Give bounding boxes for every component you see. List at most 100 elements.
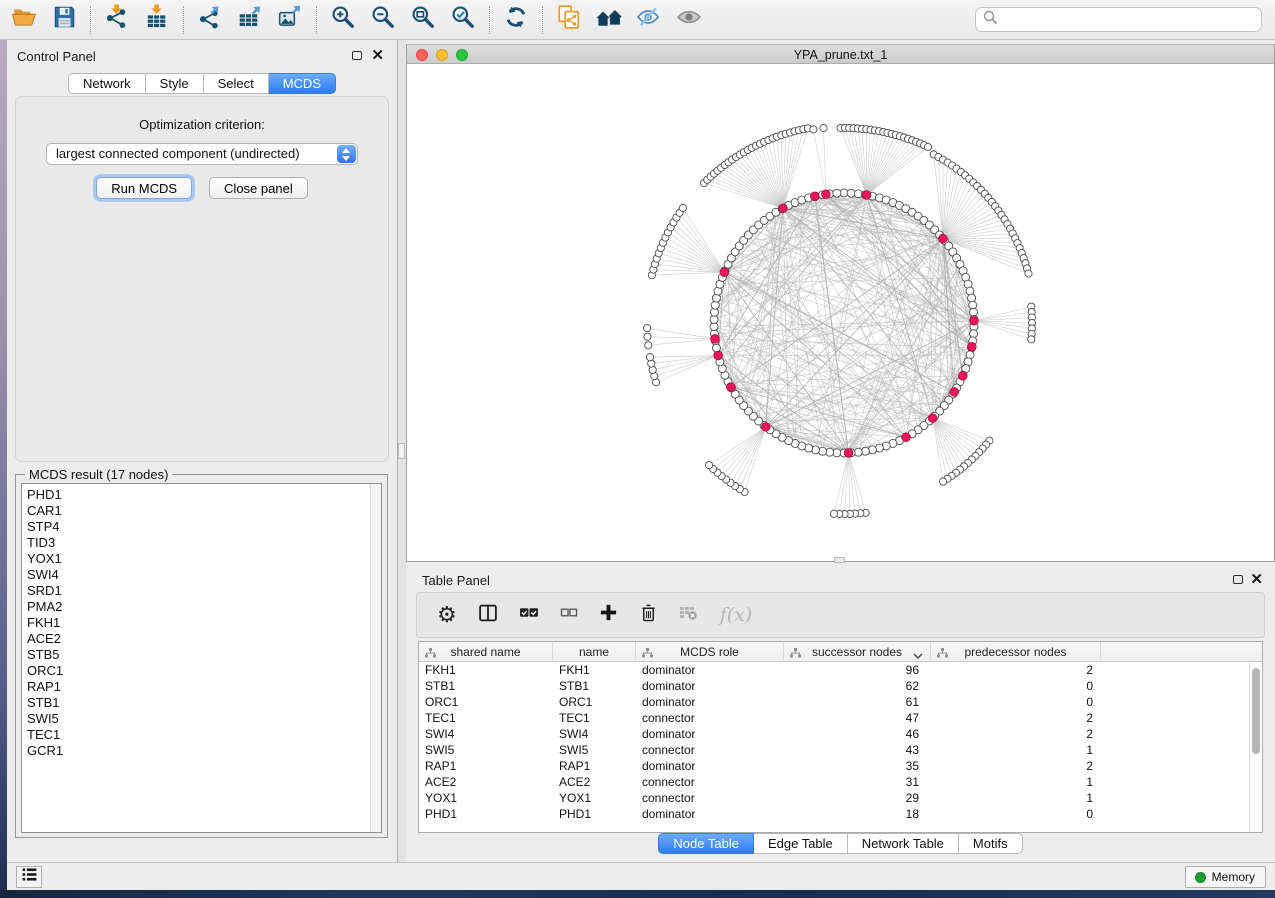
show-all-button[interactable]: [669, 4, 709, 36]
table-cell[interactable]: ORC1: [553, 694, 636, 710]
mcds-result-item[interactable]: RAP1: [27, 679, 367, 695]
search-input[interactable]: [1002, 9, 1255, 30]
table-cell[interactable]: 2: [931, 710, 1101, 726]
export-network-button[interactable]: [190, 4, 230, 36]
table-cell[interactable]: connector: [636, 742, 784, 758]
mcds-result-item[interactable]: STB1: [27, 695, 367, 711]
table-cell[interactable]: STB1: [553, 678, 636, 694]
table-row[interactable]: YOX1YOX1connector291: [419, 790, 1262, 806]
table-cell[interactable]: RAP1: [419, 758, 553, 774]
tab-motifs[interactable]: Motifs: [959, 833, 1023, 854]
tab-select[interactable]: Select: [204, 73, 269, 94]
float-panel-icon[interactable]: [1233, 575, 1243, 584]
table-cell[interactable]: RAP1: [553, 758, 636, 774]
table-cell[interactable]: PHD1: [553, 806, 636, 822]
table-scrollbar[interactable]: [1249, 662, 1262, 832]
table-cell[interactable]: connector: [636, 710, 784, 726]
mcds-result-item[interactable]: ORC1: [27, 663, 367, 679]
search-field[interactable]: [975, 7, 1262, 32]
table-cell[interactable]: 43: [784, 742, 931, 758]
network-canvas[interactable]: [407, 64, 1274, 560]
duplicate-network-button[interactable]: [549, 4, 589, 36]
table-cell[interactable]: 61: [784, 694, 931, 710]
delete-columns-button[interactable]: [639, 602, 658, 628]
save-session-button[interactable]: [44, 4, 84, 36]
table-cell[interactable]: SWI5: [553, 742, 636, 758]
close-panel-icon[interactable]: ✕: [371, 51, 384, 61]
mcds-result-item[interactable]: GCR1: [27, 743, 367, 759]
table-options-button[interactable]: ⚙: [437, 604, 457, 626]
table-cell[interactable]: dominator: [636, 806, 784, 822]
table-cell[interactable]: ORC1: [419, 694, 553, 710]
table-cell[interactable]: 0: [931, 694, 1101, 710]
horizontal-splitter[interactable]: [406, 562, 1275, 567]
splitter-grip[interactable]: [834, 557, 845, 563]
run-mcds-button[interactable]: Run MCDS: [96, 177, 192, 199]
table-row[interactable]: SWI5SWI5connector431: [419, 742, 1262, 758]
table-cell[interactable]: connector: [636, 774, 784, 790]
mcds-result-item[interactable]: SWI4: [27, 567, 367, 583]
table-cell[interactable]: SWI5: [419, 742, 553, 758]
table-cell[interactable]: 62: [784, 678, 931, 694]
fit-content-button[interactable]: [403, 4, 443, 36]
close-panel-icon[interactable]: ✕: [1250, 575, 1263, 585]
column-header-successor-nodes[interactable]: successor nodes: [784, 642, 931, 661]
mcds-result-item[interactable]: CAR1: [27, 503, 367, 519]
refresh-layout-button[interactable]: [496, 4, 536, 36]
mcds-result-item[interactable]: SRD1: [27, 583, 367, 599]
import-table-button[interactable]: [137, 4, 177, 36]
first-neighbors-button[interactable]: [589, 4, 629, 36]
table-cell[interactable]: TEC1: [419, 710, 553, 726]
float-panel-icon[interactable]: [352, 51, 362, 60]
table-cell[interactable]: FKH1: [419, 662, 553, 678]
table-row[interactable]: ACE2ACE2connector311: [419, 774, 1262, 790]
zoom-in-button[interactable]: [323, 4, 363, 36]
table-cell[interactable]: dominator: [636, 694, 784, 710]
table-cell[interactable]: 29: [784, 790, 931, 806]
mcds-result-item[interactable]: TID3: [27, 535, 367, 551]
table-row[interactable]: TEC1TEC1connector472: [419, 710, 1262, 726]
tab-style[interactable]: Style: [146, 73, 204, 94]
table-row[interactable]: SWI4SWI4dominator462: [419, 726, 1262, 742]
result-list-scrollbar[interactable]: [370, 484, 381, 832]
mcds-result-item[interactable]: ACE2: [27, 631, 367, 647]
table-cell[interactable]: 31: [784, 774, 931, 790]
table-cell[interactable]: dominator: [636, 726, 784, 742]
table-row[interactable]: STB1STB1dominator620: [419, 678, 1262, 694]
task-history-button[interactable]: [16, 866, 42, 888]
table-cell[interactable]: TEC1: [553, 710, 636, 726]
table-cell[interactable]: YOX1: [419, 790, 553, 806]
table-cell[interactable]: 96: [784, 662, 931, 678]
table-cell[interactable]: 0: [931, 678, 1101, 694]
table-row[interactable]: PHD1PHD1dominator180: [419, 806, 1262, 822]
column-header-name[interactable]: name: [553, 642, 636, 661]
table-cell[interactable]: 2: [931, 758, 1101, 774]
table-cell[interactable]: 46: [784, 726, 931, 742]
table-cell[interactable]: YOX1: [553, 790, 636, 806]
delete-table-button[interactable]: [679, 604, 699, 627]
table-cell[interactable]: connector: [636, 790, 784, 806]
mcds-result-item[interactable]: TEC1: [27, 727, 367, 743]
table-cell[interactable]: ACE2: [419, 774, 553, 790]
show-columns-button[interactable]: [478, 603, 498, 628]
network-graph[interactable]: [407, 64, 1274, 560]
export-image-button[interactable]: [270, 4, 310, 36]
export-table-button[interactable]: [230, 4, 270, 36]
mcds-result-item[interactable]: PHD1: [27, 487, 367, 503]
table-cell[interactable]: 1: [931, 774, 1101, 790]
table-cell[interactable]: 1: [931, 790, 1101, 806]
table-cell[interactable]: 2: [931, 662, 1101, 678]
tab-network[interactable]: Network: [68, 73, 146, 94]
tab-mcds[interactable]: MCDS: [269, 73, 336, 94]
table-row[interactable]: ORC1ORC1dominator610: [419, 694, 1262, 710]
apply-function-button[interactable]: f(x): [720, 604, 753, 626]
create-column-button[interactable]: [599, 603, 618, 627]
table-row[interactable]: FKH1FKH1dominator962: [419, 662, 1262, 678]
table-scrollbar-thumb[interactable]: [1252, 668, 1260, 754]
table-cell[interactable]: dominator: [636, 678, 784, 694]
open-file-button[interactable]: [4, 4, 44, 36]
select-all-rows-button[interactable]: [519, 604, 539, 626]
table-cell[interactable]: 18: [784, 806, 931, 822]
close-panel-button[interactable]: Close panel: [209, 177, 308, 199]
table-cell[interactable]: dominator: [636, 758, 784, 774]
